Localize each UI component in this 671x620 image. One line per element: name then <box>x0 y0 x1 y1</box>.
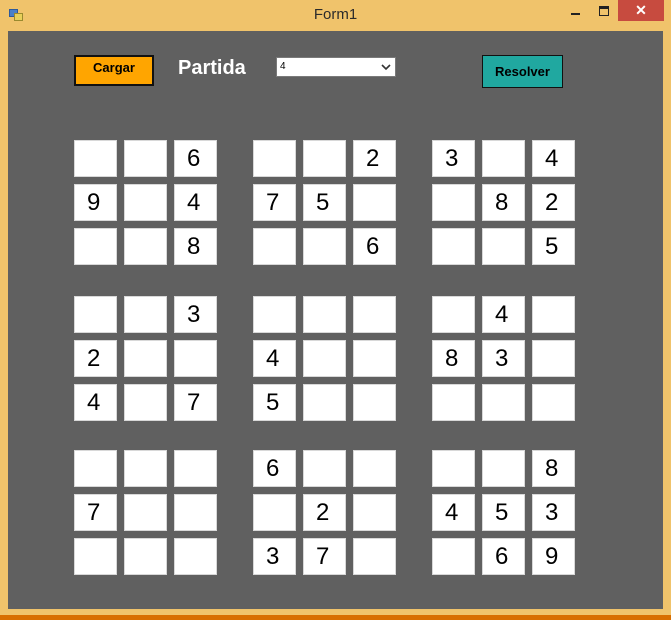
sudoku-cell[interactable]: 8 <box>174 228 217 265</box>
sudoku-cell[interactable]: 7 <box>74 494 117 531</box>
sudoku-cell[interactable] <box>124 184 167 221</box>
sudoku-cell[interactable] <box>482 450 525 487</box>
title-bar[interactable]: Form1 ✕ <box>0 0 671 30</box>
sudoku-cell[interactable] <box>353 494 396 531</box>
sudoku-cell[interactable] <box>174 538 217 575</box>
sudoku-cell[interactable] <box>353 450 396 487</box>
sudoku-cell[interactable]: 3 <box>432 140 475 177</box>
close-button[interactable]: ✕ <box>618 0 664 21</box>
sudoku-cell[interactable] <box>124 384 167 421</box>
sudoku-cell[interactable]: 6 <box>174 140 217 177</box>
sudoku-cell[interactable]: 2 <box>303 494 346 531</box>
solve-button[interactable]: Resolver <box>482 55 563 88</box>
sudoku-cell[interactable] <box>174 494 217 531</box>
sudoku-cell[interactable]: 7 <box>253 184 296 221</box>
sudoku-cell[interactable]: 3 <box>482 340 525 377</box>
sudoku-cell[interactable] <box>303 340 346 377</box>
sudoku-cell[interactable] <box>353 296 396 333</box>
sudoku-cell[interactable] <box>124 538 167 575</box>
sudoku-cell[interactable] <box>74 140 117 177</box>
sudoku-cell[interactable]: 4 <box>482 296 525 333</box>
sudoku-cell[interactable] <box>303 228 346 265</box>
sudoku-cell[interactable]: 5 <box>482 494 525 531</box>
sudoku-cell[interactable]: 4 <box>532 140 575 177</box>
sudoku-cell[interactable] <box>532 384 575 421</box>
sudoku-cell[interactable] <box>253 140 296 177</box>
window-border-bottom <box>0 615 671 620</box>
sudoku-cell[interactable]: 9 <box>74 184 117 221</box>
sudoku-cell[interactable]: 2 <box>532 184 575 221</box>
sudoku-cell[interactable]: 4 <box>253 340 296 377</box>
sudoku-cell[interactable] <box>353 384 396 421</box>
sudoku-cell[interactable] <box>74 296 117 333</box>
sudoku-cell[interactable] <box>303 384 346 421</box>
sudoku-cell[interactable] <box>432 296 475 333</box>
sudoku-cell[interactable]: 4 <box>432 494 475 531</box>
sudoku-cell[interactable] <box>432 184 475 221</box>
sudoku-cell[interactable]: 6 <box>482 538 525 575</box>
sudoku-cell[interactable] <box>303 450 346 487</box>
sudoku-cell[interactable]: 6 <box>353 228 396 265</box>
game-select[interactable]: 4 <box>276 57 396 77</box>
game-select-value: 4 <box>280 61 286 72</box>
sudoku-cell[interactable]: 2 <box>74 340 117 377</box>
sudoku-cell[interactable] <box>303 296 346 333</box>
sudoku-cell[interactable] <box>74 450 117 487</box>
sudoku-cell[interactable]: 7 <box>303 538 346 575</box>
sudoku-cell[interactable] <box>124 228 167 265</box>
sudoku-cell[interactable]: 4 <box>174 184 217 221</box>
sudoku-cell[interactable]: 3 <box>253 538 296 575</box>
chevron-down-icon <box>381 64 391 71</box>
sudoku-cell[interactable]: 3 <box>174 296 217 333</box>
sudoku-cell[interactable]: 6 <box>253 450 296 487</box>
sudoku-cell[interactable]: 7 <box>174 384 217 421</box>
sudoku-cell[interactable] <box>353 340 396 377</box>
sudoku-cell[interactable]: 9 <box>532 538 575 575</box>
sudoku-cell[interactable]: 5 <box>532 228 575 265</box>
window-border-right <box>664 30 671 616</box>
sudoku-cell[interactable]: 5 <box>253 384 296 421</box>
sudoku-cell[interactable]: 8 <box>482 184 525 221</box>
sudoku-cell[interactable] <box>124 296 167 333</box>
sudoku-cell[interactable] <box>174 340 217 377</box>
sudoku-cell[interactable]: 5 <box>303 184 346 221</box>
sudoku-cell[interactable] <box>482 228 525 265</box>
sudoku-cell[interactable] <box>124 494 167 531</box>
sudoku-cell[interactable] <box>353 538 396 575</box>
sudoku-cell[interactable] <box>74 538 117 575</box>
sudoku-cell[interactable] <box>124 140 167 177</box>
sudoku-cell[interactable] <box>532 296 575 333</box>
sudoku-cell[interactable] <box>432 538 475 575</box>
close-icon: ✕ <box>635 2 647 18</box>
sudoku-cell[interactable] <box>253 494 296 531</box>
sudoku-cell[interactable] <box>532 340 575 377</box>
sudoku-cell[interactable]: 2 <box>353 140 396 177</box>
sudoku-cell[interactable] <box>432 384 475 421</box>
sudoku-cell[interactable] <box>253 228 296 265</box>
sudoku-cell[interactable]: 4 <box>74 384 117 421</box>
load-button[interactable]: Cargar <box>74 55 154 86</box>
sudoku-cell[interactable] <box>124 450 167 487</box>
sudoku-cell[interactable] <box>482 384 525 421</box>
sudoku-cell[interactable] <box>482 140 525 177</box>
maximize-button[interactable] <box>590 0 618 21</box>
sudoku-cell[interactable]: 8 <box>532 450 575 487</box>
sudoku-cell[interactable] <box>432 450 475 487</box>
game-label: Partida <box>178 57 246 79</box>
sudoku-cell[interactable] <box>432 228 475 265</box>
sudoku-cell[interactable] <box>74 228 117 265</box>
sudoku-cell[interactable] <box>174 450 217 487</box>
sudoku-cell[interactable] <box>353 184 396 221</box>
sudoku-cell[interactable] <box>303 140 346 177</box>
sudoku-cell[interactable]: 8 <box>432 340 475 377</box>
sudoku-cell[interactable]: 3 <box>532 494 575 531</box>
sudoku-cell[interactable] <box>124 340 167 377</box>
minimize-button[interactable] <box>560 0 590 21</box>
sudoku-cell[interactable] <box>253 296 296 333</box>
